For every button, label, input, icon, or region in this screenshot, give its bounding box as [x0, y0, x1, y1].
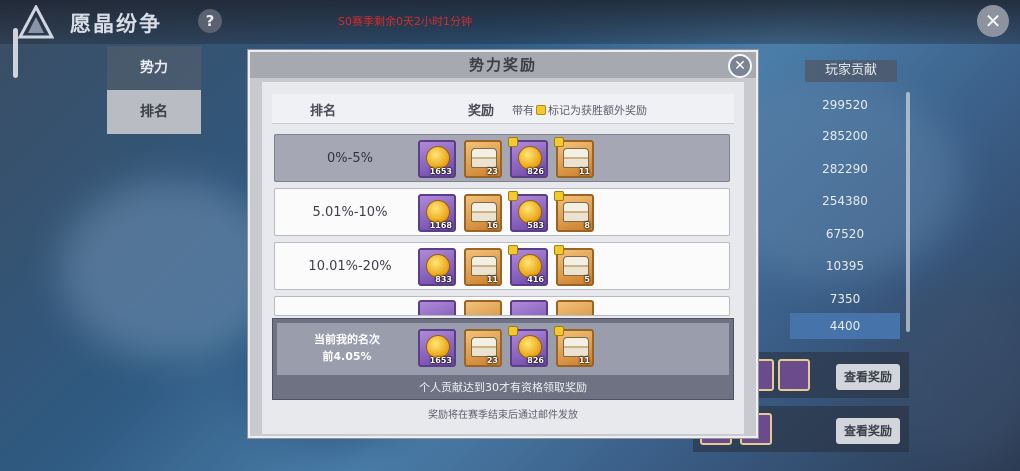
- crystal-coin-icon[interactable]: [418, 300, 456, 315]
- item-quantity: 826: [527, 356, 544, 365]
- season-timer: S0赛季剩余0天2小时1分钟: [338, 15, 472, 28]
- treasure-chest-icon[interactable]: 8: [554, 191, 594, 232]
- crystal-coin-icon[interactable]: 416: [508, 245, 548, 286]
- crystal-coin-icon[interactable]: 826: [508, 137, 548, 178]
- crystal-coin-icon[interactable]: 1168: [418, 194, 456, 232]
- item-quantity: 826: [527, 167, 544, 176]
- contribution-value: 4400: [790, 313, 900, 339]
- treasure-chest-icon[interactable]: 23: [464, 140, 502, 178]
- my-rank-percent: 前4.05%: [322, 350, 372, 363]
- bonus-badge-icon: [554, 326, 564, 336]
- page-title: 愿晶纷争: [70, 12, 162, 36]
- treasure-chest-icon[interactable]: [556, 300, 594, 315]
- bonus-badge-icon: [554, 191, 564, 201]
- my-rank-row: 当前我的名次 前4.05% 1653 23 826 11: [277, 323, 729, 375]
- scroll-indicator: [13, 28, 18, 78]
- contribution-value: 285200: [822, 129, 868, 143]
- crystal-coin-icon[interactable]: 1653: [418, 329, 456, 367]
- help-button[interactable]: ?: [198, 9, 222, 33]
- faction-logo-icon: [18, 5, 54, 39]
- bonus-badge-icon: [508, 191, 518, 201]
- sidebar-item-ranking[interactable]: 排名: [107, 90, 201, 134]
- view-reward-button[interactable]: 查看奖励: [836, 418, 900, 444]
- view-reward-button[interactable]: 查看奖励: [836, 364, 900, 390]
- rank-range: 0%-5%: [327, 151, 373, 166]
- crystal-coin-icon[interactable]: 833: [418, 248, 456, 286]
- treasure-chest-icon[interactable]: 5: [554, 245, 594, 286]
- contribution-value: 67520: [825, 227, 865, 241]
- bonus-badge-icon: [554, 137, 564, 147]
- treasure-chest-icon[interactable]: 11: [554, 326, 594, 367]
- bonus-badge-icon: [536, 105, 546, 115]
- item-quantity: 1168: [429, 221, 452, 230]
- contribution-value: 254380: [822, 194, 868, 208]
- item-quantity: 11: [578, 356, 590, 365]
- my-rank-title: 当前我的名次: [314, 333, 380, 346]
- faction-reward-dialog: 势力奖励 ✕ 排名 奖励 带有 标记为获胜额外奖励 0%-5% 1653 23 8…: [248, 50, 758, 438]
- treasure-chest-icon[interactable]: 23: [464, 329, 502, 367]
- contribution-value: 10395: [825, 259, 865, 273]
- reward-row: 10.01%-20% 833 11 416 5: [274, 242, 730, 290]
- header-bonus-note: 带有 标记为获胜额外奖励: [512, 102, 647, 118]
- item-quantity: 1653: [429, 167, 452, 176]
- reward-table: 排名 奖励 带有 标记为获胜额外奖励 0%-5% 1653 23 826 11 5…: [262, 82, 744, 434]
- reward-row: [274, 296, 730, 316]
- bonus-note-suffix: 标记为获胜额外奖励: [548, 104, 647, 117]
- column-header-contribution: 玩家贡献: [805, 60, 897, 82]
- bonus-badge-icon: [554, 245, 564, 255]
- reward-row: 0%-5% 1653 23 826 11: [274, 134, 730, 182]
- treasure-chest-icon[interactable]: 11: [464, 248, 502, 286]
- bonus-badge-icon: [508, 245, 518, 255]
- reward-item-icon: [778, 359, 810, 391]
- bonus-badge-icon: [508, 326, 518, 336]
- item-quantity: 583: [527, 221, 544, 230]
- rank-range: 5.01%-10%: [312, 205, 388, 220]
- scrollbar[interactable]: [906, 92, 910, 332]
- item-quantity: 8: [584, 221, 590, 230]
- crystal-coin-icon[interactable]: [510, 300, 548, 315]
- treasure-chest-icon[interactable]: 16: [464, 194, 502, 232]
- eligibility-note: 个人贡献达到30才有资格领取奖励: [419, 381, 587, 394]
- bonus-badge-icon: [508, 137, 518, 147]
- bonus-note-prefix: 带有: [512, 104, 534, 117]
- contribution-value: 7350: [829, 292, 861, 306]
- header-rank: 排名: [310, 104, 337, 119]
- header-reward: 奖励: [468, 104, 495, 119]
- item-quantity: 1653: [429, 356, 452, 365]
- close-button[interactable]: ✕: [977, 5, 1009, 37]
- item-quantity: 5: [584, 275, 590, 284]
- item-quantity: 416: [527, 275, 544, 284]
- reward-row: 5.01%-10% 1168 16 583 8: [274, 188, 730, 236]
- contribution-value: 299520: [822, 98, 868, 112]
- treasure-chest-icon[interactable]: [464, 300, 502, 315]
- item-quantity: 11: [486, 275, 498, 284]
- background-blur: [60, 180, 280, 360]
- item-quantity: 23: [486, 167, 498, 176]
- dialog-title: 势力奖励: [250, 52, 756, 78]
- item-quantity: 16: [486, 221, 498, 230]
- sidebar-item-faction[interactable]: 势力: [107, 46, 201, 90]
- my-rank-panel: 当前我的名次 前4.05% 1653 23 826 11 个人贡献达到30才有资…: [272, 318, 734, 400]
- item-quantity: 833: [435, 275, 452, 284]
- item-quantity: 23: [486, 356, 498, 365]
- dialog-close-button[interactable]: ✕: [728, 54, 752, 78]
- my-rank-label: 当前我的名次 前4.05%: [287, 331, 407, 365]
- contribution-value: 282290: [822, 162, 868, 176]
- reward-table-header: 排名 奖励 带有 标记为获胜额外奖励: [272, 94, 734, 124]
- item-quantity: 11: [578, 167, 590, 176]
- crystal-coin-icon[interactable]: 1653: [418, 140, 456, 178]
- rank-range: 10.01%-20%: [308, 259, 392, 274]
- treasure-chest-icon[interactable]: 11: [554, 137, 594, 178]
- crystal-coin-icon[interactable]: 826: [508, 326, 548, 367]
- mail-delivery-note: 奖励将在赛季结束后通过邮件发放: [428, 410, 578, 421]
- crystal-coin-icon[interactable]: 583: [508, 191, 548, 232]
